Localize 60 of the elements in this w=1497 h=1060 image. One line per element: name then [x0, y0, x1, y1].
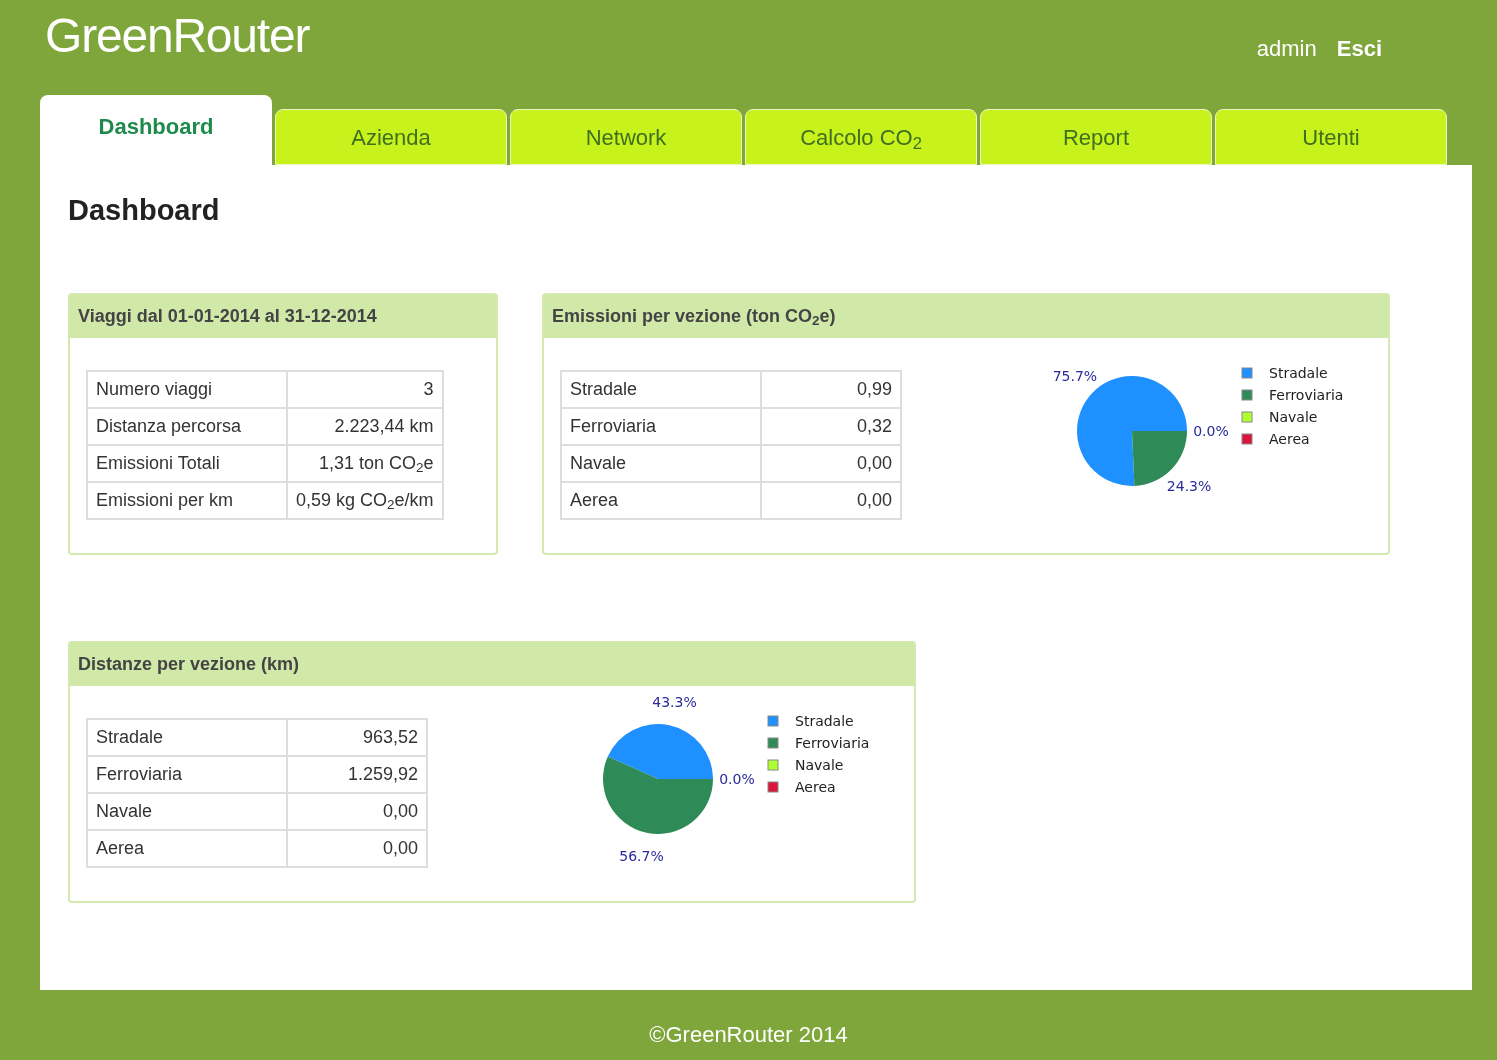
table-cell: 0,99: [761, 370, 901, 408]
legend-swatch: [1241, 433, 1253, 444]
legend-label: Stradale: [795, 712, 854, 729]
legend-label: Ferroviaria: [795, 734, 870, 751]
table-cell: Stradale: [561, 370, 761, 408]
legend-swatch: [1241, 411, 1253, 422]
table-cell: Navale: [561, 444, 761, 482]
page-title: Dashboard: [68, 193, 221, 228]
table-cell: Aerea: [561, 481, 761, 519]
legend-label: Navale: [1269, 408, 1318, 425]
slice-label: 75.7%: [1052, 367, 1098, 384]
table-cell: Navale: [87, 792, 287, 830]
nav-tab[interactable]: Azienda: [275, 109, 507, 165]
nav-tab[interactable]: Utenti: [1215, 109, 1447, 165]
nav-tab[interactable]: Dashboard: [40, 95, 272, 165]
table-cell: Emissioni per km: [87, 481, 287, 519]
footer-text: ©GreenRouter 2014: [648, 1021, 849, 1049]
table-cell: Distanza percorsa: [87, 407, 287, 445]
table-cell: Ferroviaria: [561, 407, 761, 445]
table-cell: Numero viaggi: [87, 370, 287, 408]
legend-swatch: [1241, 389, 1253, 400]
table-cell: Aerea: [87, 829, 287, 867]
nav-tab[interactable]: Network: [510, 109, 742, 165]
table-cell: Emissioni Totali: [87, 444, 287, 482]
slice-label: 0.0%: [1193, 422, 1229, 439]
panel-title: Distanze per vezione (km): [70, 642, 914, 686]
legend-label: Aerea: [1269, 430, 1310, 447]
table-cell: 3: [287, 370, 443, 408]
nav-tab[interactable]: Report: [980, 109, 1212, 165]
table-cell: 0,00: [761, 444, 901, 482]
legend-swatch: [767, 781, 779, 792]
table-cell: 2.223,44 km: [287, 407, 443, 445]
legend-label: Stradale: [1269, 364, 1328, 381]
legend-label: Navale: [795, 756, 844, 773]
legend-label: Ferroviaria: [1269, 386, 1344, 403]
table-cell: 963,52: [287, 718, 427, 756]
table-cell: Ferroviaria: [87, 755, 287, 793]
legend-swatch: [1241, 367, 1253, 378]
table-cell: 1,31 ton CO$_{2}$e: [287, 444, 443, 482]
table-cell: Stradale: [87, 718, 287, 756]
legend-swatch: [767, 759, 779, 770]
legend-label: Aerea: [795, 778, 836, 795]
nav-tab[interactable]: Calcolo CO$_{2}$: [745, 109, 977, 165]
panel-title: Viaggi dal 01-01-2014 al 31-12-2014: [70, 294, 496, 338]
slice-label: 24.3%: [1166, 477, 1212, 494]
table-cell: 1.259,92: [287, 755, 427, 793]
legend-swatch: [767, 715, 779, 726]
logout-link[interactable]: Esci: [1336, 32, 1382, 65]
username: admin: [1256, 35, 1317, 63]
legend-swatch: [767, 737, 779, 748]
slice-label: 56.7%: [619, 847, 664, 864]
table-cell: 0,00: [287, 829, 427, 867]
slice-label: 0.0%: [719, 770, 755, 787]
slice-label: 43.3%: [652, 693, 697, 710]
table-cell: 0,32: [761, 407, 901, 445]
table-cell: 0,59 kg CO$_{2}$e/km: [287, 481, 443, 519]
table-cell: 0,00: [287, 792, 427, 830]
table-cell: 0,00: [761, 481, 901, 519]
panel-title: Emissioni per vezione (ton CO$_{2}$e): [544, 294, 1388, 338]
logo: GreenRouter: [45, 12, 310, 60]
